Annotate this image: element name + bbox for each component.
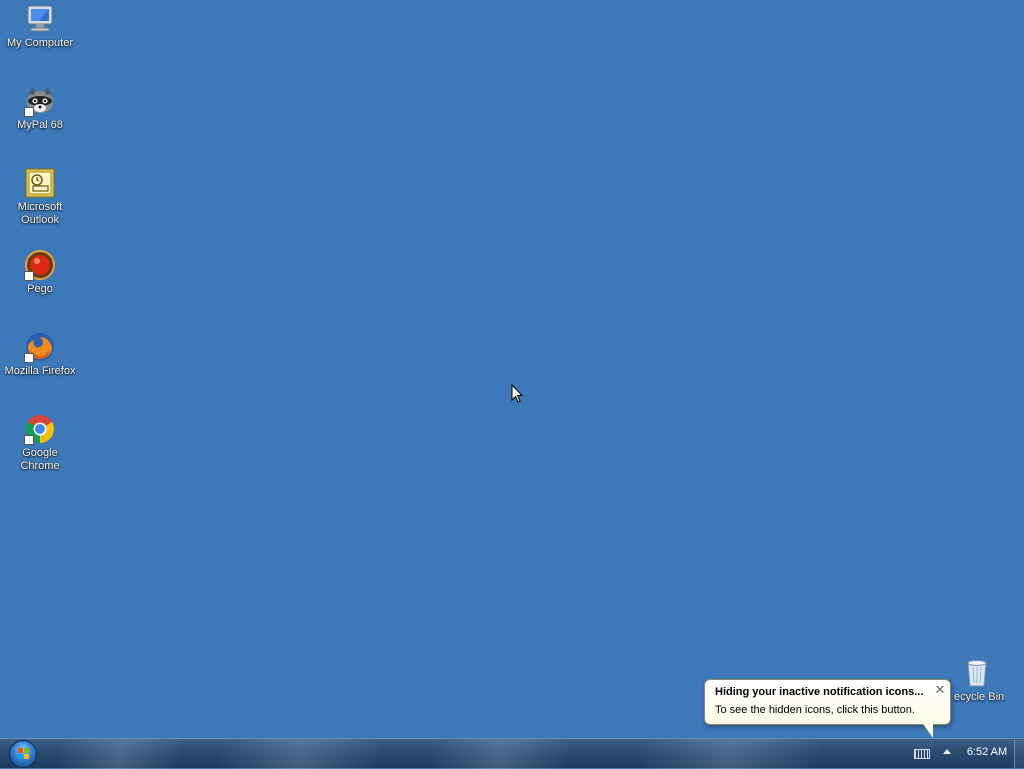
- mouse-cursor-icon: [511, 383, 524, 403]
- taskbar-decoration: [60, 739, 180, 769]
- desktop-icon-label: MyPal 68: [17, 119, 63, 131]
- desktop-icon-label: Google Chrome: [20, 447, 60, 472]
- windows-logo-icon: [18, 748, 30, 760]
- desktop-icon-chrome[interactable]: Google Chrome: [1, 413, 79, 473]
- firefox-icon: [24, 331, 56, 363]
- desktop-icon-label: Microsoft Outlook: [17, 201, 63, 226]
- desktop-icon-my-computer[interactable]: My Computer: [1, 3, 79, 50]
- pego-icon: [24, 249, 56, 281]
- show-hidden-icons-arrow-icon[interactable]: [943, 749, 951, 754]
- desktop-icon-label: ecycle Bin: [954, 691, 1005, 703]
- desktop-icon-firefox[interactable]: Mozilla Firefox: [1, 331, 79, 378]
- chrome-icon: [24, 413, 56, 445]
- desktop-icon-mypal[interactable]: MyPal 68: [1, 85, 79, 132]
- desktop-icon-recycle-bin[interactable]: ecycle Bin: [946, 657, 1024, 704]
- taskbar: [0, 738, 1024, 769]
- notification-title: Hiding your inactive notification icons.…: [715, 686, 924, 698]
- shortcut-arrow-icon: [24, 435, 34, 445]
- taskbar-decoration: [220, 739, 380, 769]
- shortcut-arrow-icon: [24, 107, 34, 117]
- start-button[interactable]: [9, 740, 37, 768]
- desktop-icon-pego[interactable]: Pego: [1, 249, 79, 296]
- desktop-icon-label: Pego: [27, 283, 53, 295]
- notification-text: To see the hidden icons, click this butt…: [715, 704, 915, 716]
- computer-icon: [24, 3, 56, 35]
- keyboard-icon[interactable]: [914, 749, 930, 759]
- desktop-icon-label: Mozilla Firefox: [4, 365, 76, 377]
- close-icon[interactable]: ✕: [933, 683, 947, 697]
- outlook-icon: [24, 167, 56, 199]
- raccoon-icon: [24, 85, 56, 117]
- taskbar-decoration: [430, 739, 570, 769]
- desktop-icon-label: My Computer: [6, 37, 74, 49]
- shortcut-arrow-icon: [24, 271, 34, 281]
- balloon-tail: [923, 724, 933, 738]
- recycle-bin-icon: [961, 657, 993, 689]
- shortcut-arrow-icon: [24, 353, 34, 363]
- taskbar-decoration: [640, 739, 820, 769]
- show-desktop-button[interactable]: [1014, 740, 1024, 768]
- notification-balloon[interactable]: Hiding your inactive notification icons.…: [704, 679, 951, 738]
- taskbar-clock[interactable]: 6:52 AM: [960, 745, 1014, 759]
- desktop-icon-outlook[interactable]: Microsoft Outlook: [1, 167, 79, 227]
